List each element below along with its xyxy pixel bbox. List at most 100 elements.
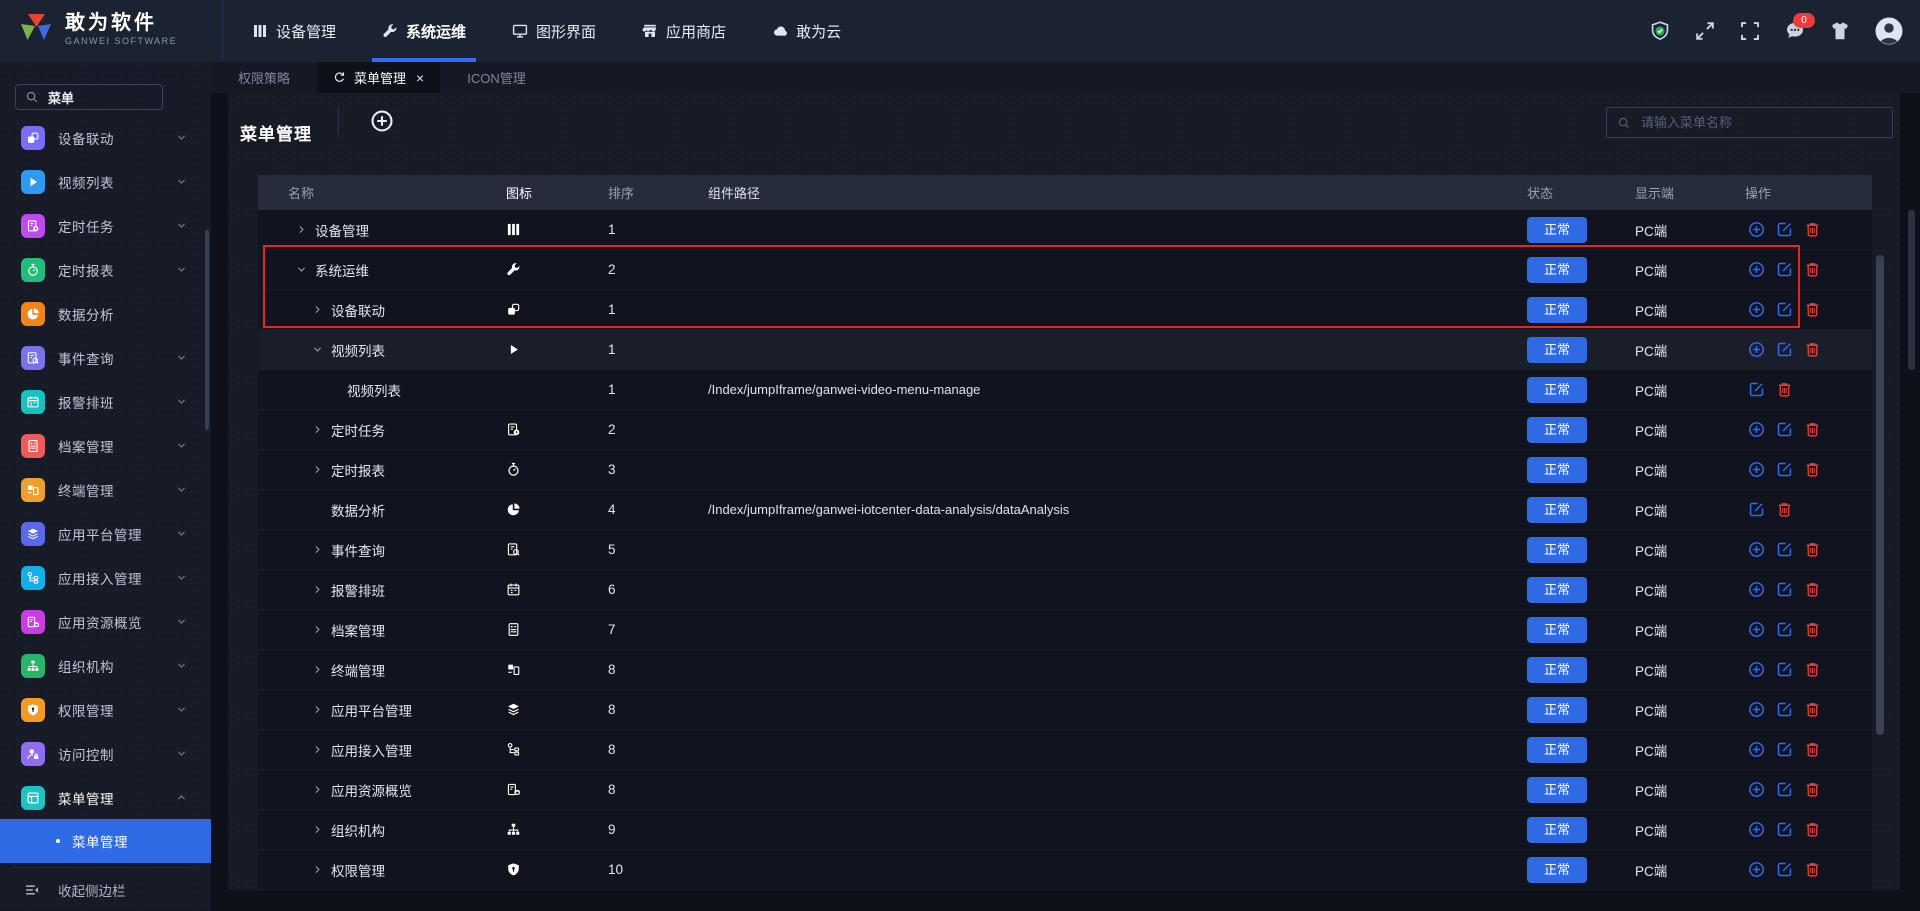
- add-row-button[interactable]: [1745, 219, 1767, 241]
- status-badge[interactable]: 正常: [1527, 616, 1587, 643]
- fullscreen-button[interactable]: [1694, 20, 1716, 42]
- collapse-sidebar-button[interactable]: 收起侧边栏: [0, 875, 211, 905]
- nav-item-cloud[interactable]: 敢为云: [760, 0, 853, 62]
- status-badge[interactable]: 正常: [1527, 736, 1587, 763]
- status-badge[interactable]: 正常: [1527, 656, 1587, 683]
- menu-name-search-input[interactable]: [1639, 114, 1882, 131]
- sidebar-search-input[interactable]: [46, 88, 153, 106]
- add-row-button[interactable]: [1745, 659, 1767, 681]
- shirt-button[interactable]: [1829, 20, 1851, 42]
- add-row-button[interactable]: [1745, 579, 1767, 601]
- status-badge[interactable]: 正常: [1527, 576, 1587, 603]
- status-badge[interactable]: 正常: [1527, 216, 1587, 243]
- tab-菜单管理[interactable]: 菜单管理 ×: [317, 62, 441, 93]
- status-badge[interactable]: 正常: [1527, 336, 1587, 363]
- menu-name-search-box[interactable]: [1606, 107, 1893, 138]
- add-row-button[interactable]: [1745, 819, 1767, 841]
- delete-row-button[interactable]: [1801, 219, 1823, 241]
- expand-expand-toggle[interactable]: [311, 663, 324, 676]
- sidebar-item-shield[interactable]: 权限管理: [0, 688, 211, 732]
- table-scrollbar[interactable]: [1876, 255, 1884, 735]
- delete-row-button[interactable]: [1801, 339, 1823, 361]
- sidebar-item-access[interactable]: 应用接入管理: [0, 556, 211, 600]
- add-row-button[interactable]: [1745, 339, 1767, 361]
- frame-button[interactable]: [1739, 20, 1761, 42]
- edit-row-button[interactable]: [1773, 779, 1795, 801]
- sidebar-search-box[interactable]: [15, 84, 163, 110]
- edit-row-button[interactable]: [1773, 739, 1795, 761]
- shield-check-button[interactable]: [1649, 20, 1671, 42]
- sidebar-subitem-menu-manage[interactable]: 菜单管理: [0, 819, 211, 863]
- expand-expand-toggle[interactable]: [311, 703, 324, 716]
- edit-row-button[interactable]: [1773, 659, 1795, 681]
- add-menu-button[interactable]: [370, 109, 394, 133]
- expand-collapse-toggle[interactable]: [311, 343, 324, 356]
- add-row-button[interactable]: [1745, 859, 1767, 881]
- delete-row-button[interactable]: [1801, 659, 1823, 681]
- status-badge[interactable]: 正常: [1527, 256, 1587, 283]
- status-badge[interactable]: 正常: [1527, 856, 1587, 883]
- edit-row-button[interactable]: [1773, 259, 1795, 281]
- expand-expand-toggle[interactable]: [311, 543, 324, 556]
- status-badge[interactable]: 正常: [1527, 376, 1587, 403]
- delete-row-button[interactable]: [1801, 619, 1823, 641]
- add-row-button[interactable]: [1745, 259, 1767, 281]
- add-row-button[interactable]: [1745, 779, 1767, 801]
- chat-button[interactable]: 0: [1784, 13, 1815, 42]
- tab-ICON管理[interactable]: ICON管理: [440, 62, 553, 93]
- nav-item-wrench[interactable]: 系统运维: [370, 0, 478, 62]
- delete-row-button[interactable]: [1801, 739, 1823, 761]
- sidebar-item-org[interactable]: 组织机构: [0, 644, 211, 688]
- add-row-button[interactable]: [1745, 419, 1767, 441]
- expand-expand-toggle[interactable]: [311, 423, 324, 436]
- delete-row-button[interactable]: [1801, 459, 1823, 481]
- delete-row-button[interactable]: [1801, 779, 1823, 801]
- delete-row-button[interactable]: [1801, 579, 1823, 601]
- expand-expand-toggle[interactable]: [311, 863, 324, 876]
- delete-row-button[interactable]: [1801, 819, 1823, 841]
- status-badge[interactable]: 正常: [1527, 456, 1587, 483]
- status-badge[interactable]: 正常: [1527, 696, 1587, 723]
- sidebar-item-linkage[interactable]: 设备联动: [0, 116, 211, 160]
- page-scrollbar[interactable]: [1908, 210, 1915, 370]
- add-row-button[interactable]: [1745, 619, 1767, 641]
- edit-row-button[interactable]: [1773, 619, 1795, 641]
- nav-item-monitor[interactable]: 图形界面: [500, 0, 608, 62]
- expand-expand-toggle[interactable]: [311, 783, 324, 796]
- expand-expand-toggle[interactable]: [311, 623, 324, 636]
- edit-row-button[interactable]: [1745, 499, 1767, 521]
- add-row-button[interactable]: [1745, 699, 1767, 721]
- edit-row-button[interactable]: [1773, 859, 1795, 881]
- sidebar-item-calendar[interactable]: 报警排班: [0, 380, 211, 424]
- edit-row-button[interactable]: [1773, 339, 1795, 361]
- expand-expand-toggle[interactable]: [311, 583, 324, 596]
- delete-row-button[interactable]: [1801, 259, 1823, 281]
- add-row-button[interactable]: [1745, 459, 1767, 481]
- status-badge[interactable]: 正常: [1527, 816, 1587, 843]
- delete-row-button[interactable]: [1773, 499, 1795, 521]
- status-badge[interactable]: 正常: [1527, 776, 1587, 803]
- sidebar-scrollbar[interactable]: [205, 230, 209, 430]
- delete-row-button[interactable]: [1801, 539, 1823, 561]
- expand-expand-toggle[interactable]: [295, 223, 308, 236]
- edit-row-button[interactable]: [1773, 819, 1795, 841]
- nav-item-grid[interactable]: 设备管理: [240, 0, 348, 62]
- sidebar-item-idcard[interactable]: 档案管理: [0, 424, 211, 468]
- sidebar-item-pie[interactable]: 数据分析: [0, 292, 211, 336]
- delete-row-button[interactable]: [1801, 859, 1823, 881]
- edit-row-button[interactable]: [1773, 459, 1795, 481]
- sidebar-item-layers[interactable]: 应用平台管理: [0, 512, 211, 556]
- avatar-button[interactable]: [1874, 16, 1904, 46]
- edit-row-button[interactable]: [1773, 219, 1795, 241]
- edit-row-button[interactable]: [1773, 699, 1795, 721]
- status-badge[interactable]: 正常: [1527, 536, 1587, 563]
- sidebar-item-stopwatch[interactable]: 定时报表: [0, 248, 211, 292]
- tab-权限策略[interactable]: 权限策略: [211, 62, 317, 93]
- sidebar-item-task[interactable]: 定时任务: [0, 204, 211, 248]
- add-row-button[interactable]: [1745, 539, 1767, 561]
- expand-collapse-toggle[interactable]: [295, 263, 308, 276]
- sidebar-item-menu-layout[interactable]: 菜单管理: [0, 776, 211, 820]
- sidebar-item-resource[interactable]: 应用资源概览: [0, 600, 211, 644]
- close-tab-icon[interactable]: ×: [416, 71, 424, 85]
- add-row-button[interactable]: [1745, 299, 1767, 321]
